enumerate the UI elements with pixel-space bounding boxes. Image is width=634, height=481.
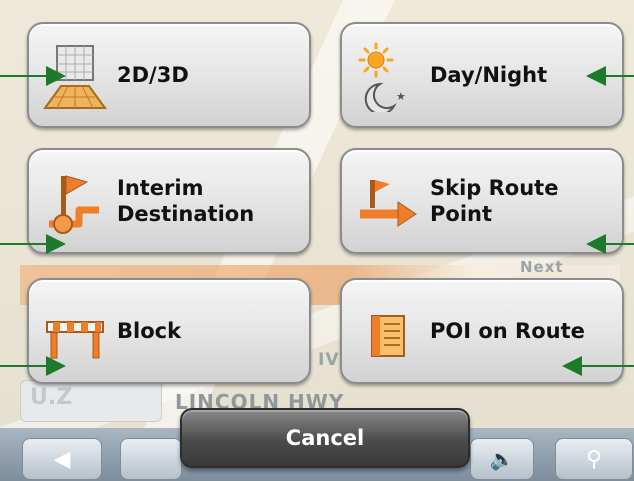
navigation-screen: Next IV U.Z LINCOLN HWY ◀ 🔈 ⚲ 2D/3D ★ Da… [0,0,634,481]
callout-arrows [0,66,634,376]
